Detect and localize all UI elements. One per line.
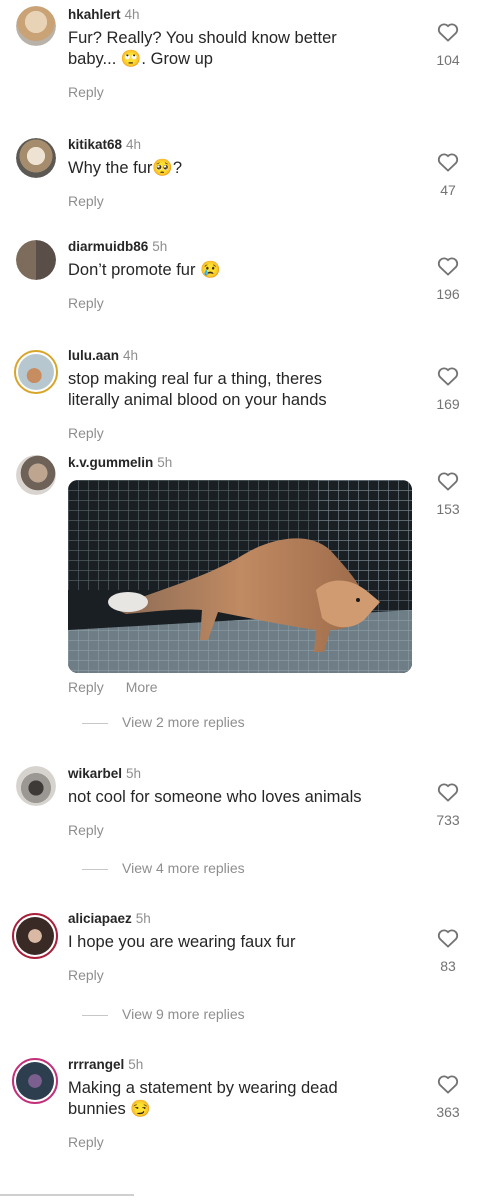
reply-button[interactable]: Reply: [68, 1134, 104, 1150]
like-count: 104: [436, 52, 460, 68]
view-replies-button[interactable]: View 9 more replies: [82, 1006, 245, 1022]
avatar[interactable]: [16, 138, 56, 178]
like-count: 733: [436, 812, 460, 828]
reply-button[interactable]: Reply: [68, 822, 104, 838]
avatar[interactable]: [14, 350, 58, 394]
divider-line: [82, 722, 108, 724]
timestamp: 5h: [135, 911, 151, 926]
like-count: 153: [436, 501, 460, 517]
view-replies-label: View 9 more replies: [122, 1006, 245, 1022]
timestamp: 5h: [128, 1057, 144, 1072]
view-replies-label: View 4 more replies: [122, 860, 245, 876]
reply-button[interactable]: Reply: [68, 967, 104, 983]
comment-text: stop making real fur a thing, theres lit…: [68, 370, 327, 409]
timestamp: 5h: [152, 239, 168, 254]
heart-outline-icon[interactable]: [437, 22, 459, 42]
heart-outline-icon[interactable]: [437, 152, 459, 172]
heart-outline-icon[interactable]: [437, 928, 459, 948]
view-replies-button[interactable]: View 2 more replies: [82, 714, 245, 730]
heart-outline-icon[interactable]: [437, 366, 459, 386]
more-button[interactable]: More: [126, 679, 158, 695]
heart-outline-icon[interactable]: [437, 782, 459, 802]
comment-text: Fur? Really? You should know better baby…: [68, 29, 337, 68]
timestamp: 4h: [126, 137, 142, 152]
like-count: 47: [440, 182, 456, 198]
username[interactable]: k.v.gummelin: [68, 455, 153, 470]
avatar[interactable]: [16, 6, 56, 46]
comment-text: Don’t promote fur 😢: [68, 261, 221, 279]
comment-text: I hope you are wearing faux fur: [68, 933, 296, 951]
like-count: 83: [440, 958, 456, 974]
heart-outline-icon[interactable]: [437, 1074, 459, 1094]
view-replies-label: View 2 more replies: [122, 714, 245, 730]
fox-photo: [68, 480, 412, 673]
avatar[interactable]: [12, 913, 58, 959]
reply-button[interactable]: Reply: [68, 425, 104, 441]
username[interactable]: hkahlert: [68, 7, 121, 22]
timestamp: 5h: [126, 766, 142, 781]
like-count: 169: [436, 396, 460, 412]
heart-outline-icon[interactable]: [437, 471, 459, 491]
timestamp: 4h: [124, 7, 140, 22]
username[interactable]: kitikat68: [68, 137, 122, 152]
avatar[interactable]: [16, 455, 56, 495]
avatar[interactable]: [12, 1058, 58, 1104]
divider-line: [82, 1014, 108, 1016]
divider-line: [82, 868, 108, 870]
reply-button[interactable]: Reply: [68, 193, 104, 209]
comment-image[interactable]: [68, 480, 412, 673]
view-replies-button[interactable]: View 4 more replies: [82, 860, 245, 876]
username[interactable]: rrrrangel: [68, 1057, 124, 1072]
heart-outline-icon[interactable]: [437, 256, 459, 276]
like-count: 363: [436, 1104, 460, 1120]
username[interactable]: lulu.aan: [68, 348, 119, 363]
timestamp: 4h: [123, 348, 139, 363]
avatar[interactable]: [16, 766, 56, 806]
comment-text: Why the fur🥺?: [68, 159, 183, 177]
reply-button[interactable]: Reply: [68, 84, 104, 100]
avatar[interactable]: [16, 240, 56, 280]
home-indicator: [0, 1194, 134, 1196]
comment-text: not cool for someone who loves animals: [68, 788, 362, 806]
username[interactable]: diarmuidb86: [68, 239, 148, 254]
username[interactable]: aliciapaez: [68, 911, 132, 926]
reply-button[interactable]: Reply: [68, 295, 104, 311]
like-count: 196: [436, 286, 460, 302]
comment-text: Making a statement by wearing dead bunni…: [68, 1079, 338, 1118]
username[interactable]: wikarbel: [68, 766, 122, 781]
reply-button[interactable]: Reply: [68, 679, 104, 695]
timestamp: 5h: [157, 455, 173, 470]
